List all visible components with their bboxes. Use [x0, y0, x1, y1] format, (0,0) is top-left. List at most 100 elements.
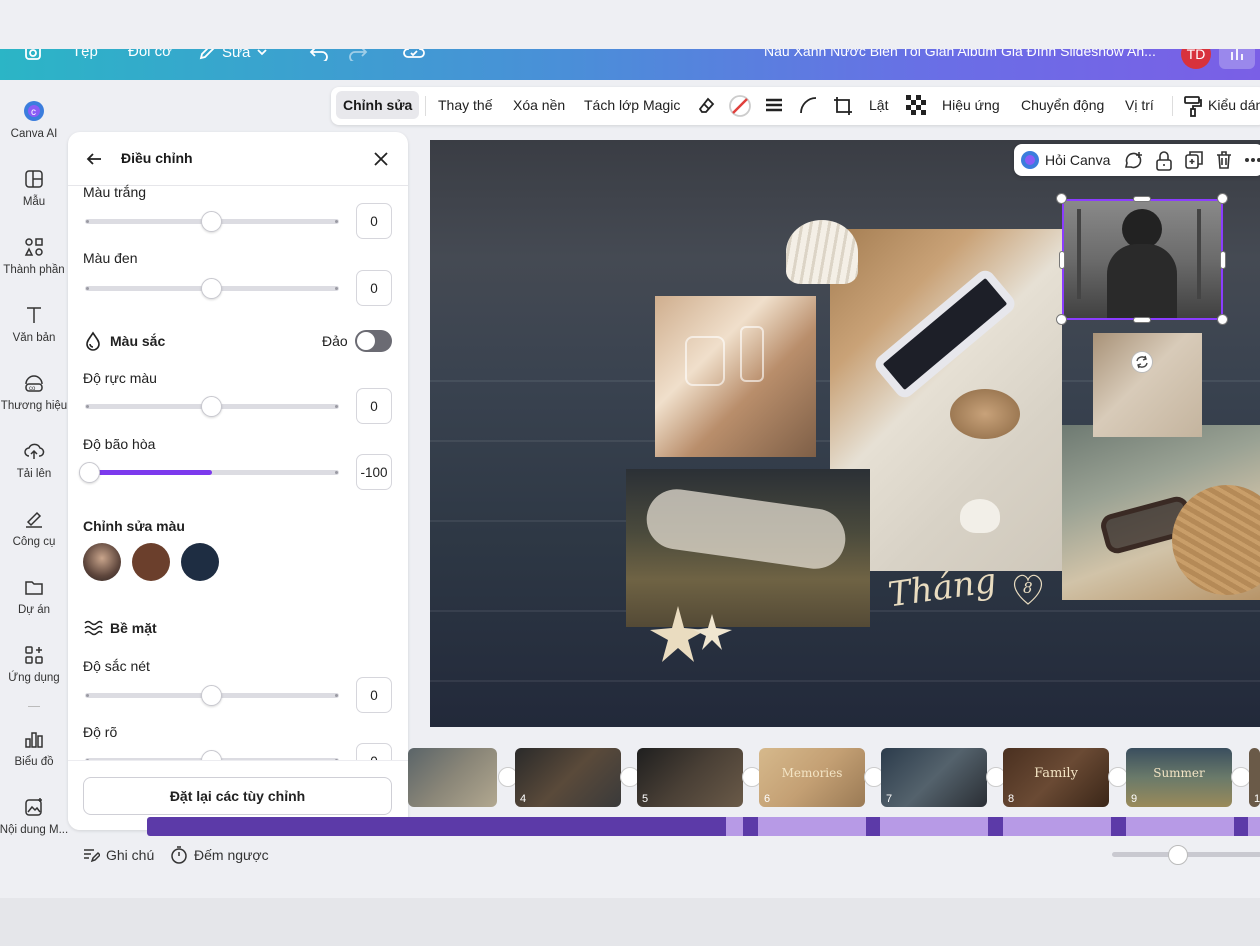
vibrance-slider-knob[interactable]: [201, 396, 222, 417]
vibrance-value-input[interactable]: 0: [356, 388, 392, 424]
document-title[interactable]: Nâu Xanh Nước Biển Tối Giản Album Gia Đì…: [764, 49, 1156, 59]
glass-jar-photo[interactable]: [655, 296, 816, 457]
saturation-value-input[interactable]: -100: [356, 454, 392, 490]
edit-menu[interactable]: Sửa: [198, 49, 268, 61]
comment-add-icon[interactable]: [1122, 150, 1144, 177]
rail-item-apps[interactable]: Ứng dụng: [0, 644, 68, 684]
sea-wave: [430, 680, 1260, 682]
page-thumbnail[interactable]: 4: [515, 748, 621, 807]
eraser-icon[interactable]: [696, 95, 716, 118]
lock-icon[interactable]: [1154, 150, 1174, 177]
crop-icon[interactable]: [832, 95, 854, 120]
toolbar-remove-bg-button[interactable]: Xóa nền: [513, 97, 565, 113]
starfish-sticker[interactable]: [648, 604, 736, 664]
more-icon[interactable]: [1243, 150, 1260, 175]
text-icon: [27, 307, 41, 323]
white-value-input[interactable]: 0: [356, 203, 392, 239]
undo-icon[interactable]: [309, 49, 329, 61]
invert-toggle[interactable]: [355, 330, 392, 352]
rotate-icon[interactable]: [1131, 351, 1153, 373]
stats-icon[interactable]: [1219, 49, 1255, 69]
white-slider-knob[interactable]: [201, 211, 222, 232]
transparency-icon[interactable]: [906, 95, 926, 118]
rail-item-templates[interactable]: Mẫu: [0, 168, 68, 208]
resize-handle-top[interactable]: [1133, 196, 1151, 202]
sharpness-slider[interactable]: [85, 685, 339, 706]
rail-item-charts[interactable]: Biểu đồ: [0, 728, 68, 768]
page-thumbnail[interactable]: 7: [881, 748, 987, 807]
page-thumbnail[interactable]: 1: [1249, 748, 1260, 807]
selection-box: [1062, 199, 1223, 320]
transition-button[interactable]: [1108, 767, 1128, 787]
resize-handle-tr[interactable]: [1217, 193, 1228, 204]
page-thumbnail[interactable]: Summer 9: [1126, 748, 1232, 807]
resize-handle-right[interactable]: [1220, 251, 1226, 269]
black-slider[interactable]: [85, 278, 339, 299]
white-label: Màu trắng: [83, 184, 147, 200]
close-icon[interactable]: [372, 150, 390, 168]
sharpness-slider-knob[interactable]: [201, 685, 222, 706]
toolbar-effects-button[interactable]: Hiệu ứng: [942, 97, 1000, 113]
sharpness-value-input[interactable]: 0: [356, 677, 392, 713]
color-swatch-1[interactable]: [83, 543, 121, 581]
saturation-slider[interactable]: [79, 462, 339, 483]
zoom-slider-knob[interactable]: [1168, 845, 1188, 865]
avatar[interactable]: TD: [1181, 49, 1211, 69]
no-color-icon[interactable]: [728, 94, 752, 121]
toolbar-magic-layer-button[interactable]: Tách lớp Magic: [584, 97, 680, 113]
toolbar-position-button[interactable]: Vị trí: [1125, 97, 1154, 113]
saturation-slider-knob[interactable]: [79, 462, 100, 483]
white-slider[interactable]: [85, 211, 339, 232]
resize-handle-br[interactable]: [1217, 314, 1228, 325]
page-thumbnail[interactable]: Memories 6: [759, 748, 865, 807]
heart-number[interactable]: 8: [1008, 568, 1048, 608]
towel-woman-photo[interactable]: [1093, 333, 1202, 437]
back-arrow-icon[interactable]: [85, 150, 103, 168]
toolbar-copy-style-button[interactable]: Kiểu dán: [1208, 97, 1260, 113]
toolbar-flip-button[interactable]: Lật: [869, 97, 888, 113]
file-menu[interactable]: Tệp: [72, 49, 98, 60]
border-style-icon[interactable]: [764, 95, 784, 118]
resize-handle-left[interactable]: [1059, 251, 1065, 269]
rail-item-text[interactable]: Văn bản: [0, 304, 68, 344]
rail-item-magic-media[interactable]: Nội dung M...: [0, 796, 68, 836]
cloud-saved-icon[interactable]: [403, 49, 425, 61]
transition-button[interactable]: [1231, 767, 1251, 787]
resize-handle-bottom[interactable]: [1133, 317, 1151, 323]
seashell-sticker[interactable]: [786, 220, 858, 284]
reset-adjustments-button[interactable]: Đặt lại các tùy chỉnh: [83, 777, 392, 815]
rail-item-elements[interactable]: Thành phần: [0, 236, 68, 276]
notes-button[interactable]: Ghi chú: [82, 846, 154, 864]
toolbar-replace-button[interactable]: Thay thế: [438, 97, 492, 113]
rail-item-canva-ai[interactable]: c Canva AI: [0, 100, 68, 140]
resize-handle-tl[interactable]: [1056, 193, 1067, 204]
corner-rounding-icon[interactable]: [798, 95, 818, 118]
resize-handle-bl[interactable]: [1056, 314, 1067, 325]
vibrance-slider[interactable]: [85, 396, 339, 417]
canva-ai-icon: c: [24, 101, 44, 121]
toolbar-edit-button[interactable]: Chỉnh sửa: [336, 91, 420, 119]
beach-hat-photo[interactable]: [1062, 425, 1260, 600]
resize-menu[interactable]: Đổi cỡ: [128, 49, 172, 60]
redo-icon[interactable]: [348, 49, 368, 61]
canva-ai-icon[interactable]: [1020, 150, 1040, 175]
rail-item-projects[interactable]: Dự án: [0, 576, 68, 616]
clarity-label: Độ rõ: [83, 724, 118, 740]
paint-roller-icon[interactable]: [1183, 95, 1203, 120]
page-thumbnail[interactable]: Family 8: [1003, 748, 1109, 807]
duplicate-icon[interactable]: [1184, 150, 1204, 175]
rail-item-brand[interactable]: co Thương hiệu: [0, 372, 68, 412]
page-thumbnail[interactable]: [408, 748, 497, 807]
black-value-input[interactable]: 0: [356, 270, 392, 306]
timer-button[interactable]: Đếm ngược: [170, 846, 269, 864]
page-thumbnail[interactable]: 5: [637, 748, 743, 807]
home-icon[interactable]: [24, 49, 42, 61]
trash-icon[interactable]: [1214, 150, 1234, 175]
black-slider-knob[interactable]: [201, 278, 222, 299]
rail-item-tools[interactable]: Công cụ: [0, 508, 68, 548]
color-swatch-3[interactable]: [181, 543, 219, 581]
rail-item-uploads[interactable]: Tải lên: [0, 440, 68, 480]
color-swatch-2[interactable]: [132, 543, 170, 581]
ask-canva-button[interactable]: Hỏi Canva: [1045, 152, 1110, 168]
toolbar-animate-button[interactable]: Chuyển động: [1021, 97, 1104, 113]
